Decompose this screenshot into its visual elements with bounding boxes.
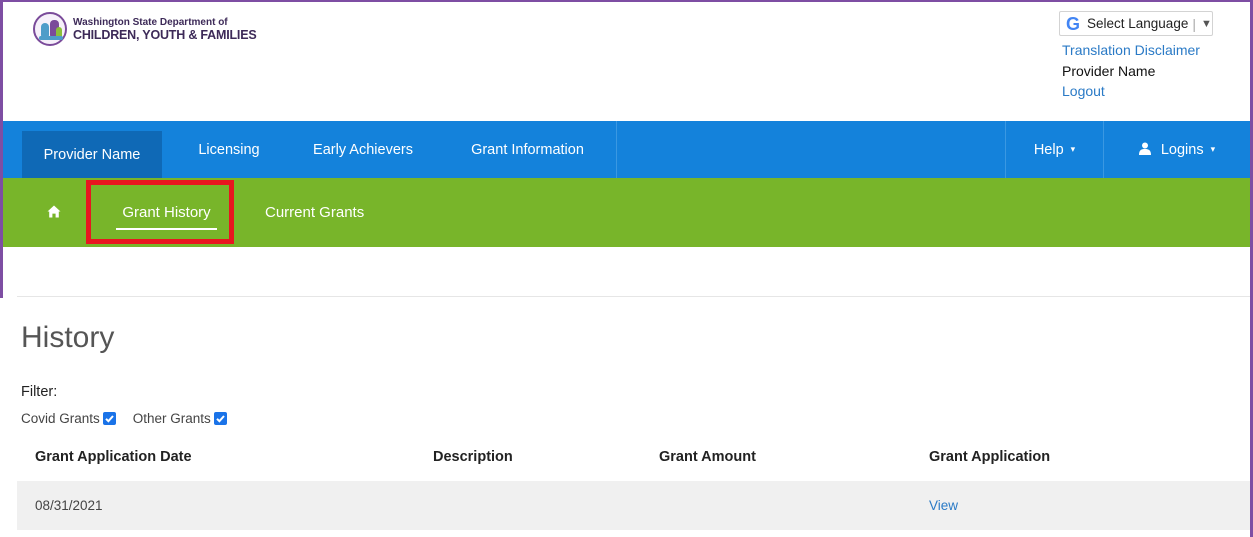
filter-other-grants-label: Other Grants bbox=[132, 411, 211, 426]
nav-licensing[interactable]: Licensing bbox=[171, 121, 287, 178]
select-language-label: Select Language bbox=[1087, 16, 1189, 31]
dcyf-logo-icon bbox=[33, 12, 67, 46]
home-icon[interactable] bbox=[43, 201, 65, 223]
nav-help-dropdown[interactable]: Help ▾ bbox=[1005, 121, 1103, 178]
content-divider bbox=[17, 296, 1250, 297]
filter-label: Filter: bbox=[21, 384, 58, 400]
filter-covid-grants-label: Covid Grants bbox=[21, 411, 100, 426]
provider-name-label: Provider Name bbox=[1062, 63, 1156, 79]
nav-provider-name[interactable]: Provider Name bbox=[22, 131, 162, 178]
chevron-down-icon: ▼ bbox=[1200, 17, 1212, 30]
logout-link[interactable]: Logout bbox=[1062, 83, 1105, 99]
logins-label: Logins bbox=[1160, 141, 1204, 158]
filter-checkboxes: Covid Grants Other Grants bbox=[21, 411, 227, 426]
nav-logins-dropdown[interactable]: Logins ▾ bbox=[1103, 121, 1250, 178]
page-frame-gap bbox=[0, 298, 3, 537]
help-label: Help bbox=[1033, 141, 1064, 158]
grant-history-highlight bbox=[86, 180, 234, 244]
grant-history-table-header: Grant Application Date Description Grant… bbox=[17, 440, 1250, 476]
select-language-dropdown[interactable]: G Select Language | ▼ bbox=[1059, 11, 1213, 36]
nav-early-achievers[interactable]: Early Achievers bbox=[287, 121, 439, 178]
column-header-amount: Grant Amount bbox=[659, 449, 756, 465]
page-title: History bbox=[21, 321, 115, 354]
column-header-application: Grant Application bbox=[929, 449, 1051, 465]
column-header-description: Description bbox=[433, 449, 513, 465]
table-row: 08/31/2021 View bbox=[17, 481, 1250, 530]
caret-down-icon: ▾ bbox=[1070, 144, 1076, 154]
tab-current-grants[interactable]: Current Grants bbox=[265, 178, 364, 247]
covid-grants-checkbox[interactable] bbox=[102, 412, 116, 425]
column-header-date: Grant Application Date bbox=[35, 449, 192, 465]
nav-grant-information[interactable]: Grant Information bbox=[439, 121, 617, 178]
google-g-icon: G bbox=[1065, 13, 1080, 34]
site-header: Washington State Department of CHILDREN,… bbox=[3, 2, 1250, 121]
view-application-link[interactable]: View bbox=[929, 498, 958, 513]
logo-text: Washington State Department of CHILDREN,… bbox=[73, 16, 257, 42]
language-separator: | bbox=[1192, 15, 1196, 32]
other-grants-checkbox[interactable] bbox=[213, 412, 227, 425]
user-icon bbox=[1138, 142, 1151, 158]
dcyf-logo[interactable]: Washington State Department of CHILDREN,… bbox=[33, 12, 257, 46]
cell-application-date: 08/31/2021 bbox=[35, 498, 103, 513]
translation-disclaimer-link[interactable]: Translation Disclaimer bbox=[1062, 42, 1200, 58]
caret-down-icon: ▾ bbox=[1210, 144, 1216, 154]
logo-line-2: CHILDREN, YOUTH & FAMILIES bbox=[73, 28, 257, 42]
main-nav: Provider Name Licensing Early Achievers … bbox=[3, 121, 1250, 178]
